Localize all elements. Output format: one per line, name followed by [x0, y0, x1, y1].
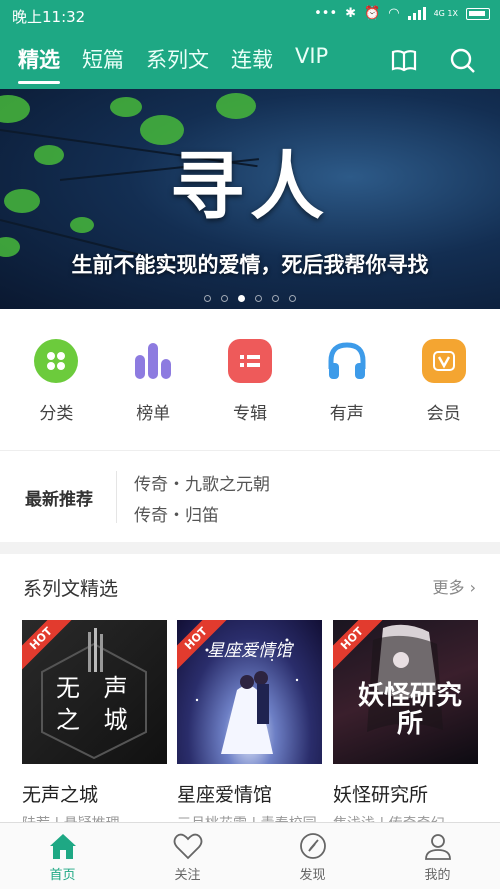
app-screen: 晚上11:32 ••• ✱ ⏰ ◠ 4G 1X 精选 短篇 系列文 连载 VIP	[0, 0, 500, 889]
grid-icon	[34, 339, 79, 383]
tab-vip[interactable]: VIP	[295, 44, 328, 84]
book-title: 无声之城	[22, 784, 99, 806]
user-icon	[424, 834, 451, 860]
book-title: 妖怪研究所	[333, 784, 429, 806]
nav-follow[interactable]: 关注	[125, 823, 250, 889]
banner-subtitle: 生前不能实现的爱情，死后我帮你寻找	[71, 252, 429, 277]
nav-me[interactable]: 我的	[375, 823, 500, 889]
book-card[interactable]: 星座爱情馆 HOT 星座爱情馆 三月桃花雪 | 青春校园	[177, 620, 322, 833]
book-cover: 星座爱情馆 HOT	[177, 620, 322, 764]
heart-icon	[173, 833, 202, 860]
bottom-nav: 首页 关注 发现 我的	[0, 822, 500, 889]
cover-title: 星座爱情馆	[207, 641, 292, 661]
shortcut-label: 榜单	[136, 404, 171, 424]
latest-recommend: 最新推荐 传奇・九歌之元朝 传奇・归笛	[0, 450, 500, 542]
battery-icon	[466, 7, 490, 20]
compass-icon	[299, 833, 326, 859]
book-cover: 妖怪研究所 HOT	[333, 620, 478, 764]
divider	[116, 471, 117, 523]
nav-label: 我的	[424, 868, 451, 883]
shortcut-category[interactable]: 分类	[16, 309, 96, 450]
latest-item[interactable]: 传奇・九歌之元朝	[134, 470, 270, 495]
album-icon	[227, 339, 272, 383]
more-label: 更多	[432, 578, 465, 597]
chart-icon	[131, 339, 175, 383]
more-link[interactable]: 更多 ›	[432, 574, 476, 598]
top-bar: 晚上11:32 ••• ✱ ⏰ ◠ 4G 1X 精选 短篇 系列文 连载 VIP	[0, 0, 500, 89]
book-card[interactable]: 无 声 之 城 HOT 无声之城 陆荐 | 悬疑推理	[22, 620, 167, 833]
book-card[interactable]: 妖怪研究所 HOT 妖怪研究所 焦浅浅 | 传奇奇幻	[333, 620, 478, 833]
shortcut-ranking[interactable]: 榜单	[113, 309, 193, 450]
headphones-icon	[325, 339, 369, 383]
carousel-dot[interactable]	[255, 295, 262, 302]
status-bar: 晚上11:32 ••• ✱ ⏰ ◠ 4G 1X	[0, 0, 500, 32]
carousel-indicator	[0, 295, 500, 302]
chevron-right-icon: ›	[469, 578, 476, 597]
tab-serial[interactable]: 连载	[231, 44, 273, 84]
nav-label: 发现	[299, 868, 326, 883]
banner-leaf	[216, 93, 256, 119]
cover-title: 妖怪研究所	[357, 681, 462, 739]
series-section: 系列文精选 更多 › 无 声 之 城 HOT 无声之城 陆荐 | 悬疑推理	[0, 554, 500, 832]
network-type: 4G 1X	[433, 9, 458, 18]
nav-label: 关注	[174, 868, 201, 883]
banner-title: 寻人	[170, 144, 330, 230]
home-icon	[49, 834, 76, 859]
status-time: 晚上11:32	[12, 8, 86, 26]
section-title: 系列文精选	[23, 578, 119, 600]
banner-leaf	[0, 95, 30, 123]
tab-featured[interactable]: 精选	[18, 44, 60, 84]
shortcut-label: 会员	[426, 404, 461, 424]
shortcut-album[interactable]: 专辑	[210, 309, 290, 450]
carousel-dot[interactable]	[221, 295, 228, 302]
category-tabs: 精选 短篇 系列文 连载 VIP	[18, 44, 328, 84]
banner-leaf	[110, 97, 142, 117]
tab-series[interactable]: 系列文	[146, 44, 209, 84]
shortcut-audio[interactable]: 有声	[307, 309, 387, 450]
vip-icon	[421, 339, 466, 383]
tab-short[interactable]: 短篇	[82, 44, 124, 84]
carousel-dot[interactable]	[204, 295, 211, 302]
shortcut-label: 分类	[39, 404, 74, 424]
cover-title: 无 声 之 城	[56, 674, 136, 734]
carousel-dot[interactable]	[272, 295, 279, 302]
carousel-dot[interactable]	[289, 295, 296, 302]
search-icon[interactable]	[448, 46, 476, 74]
book-icon[interactable]	[390, 46, 418, 74]
shortcut-member[interactable]: 会员	[404, 309, 484, 450]
top-actions	[390, 46, 476, 74]
status-icons: ••• ✱ ⏰ ◠ 4G 1X	[314, 6, 490, 21]
bluetooth-icon: ✱	[345, 6, 357, 21]
alarm-icon: ⏰	[364, 6, 381, 21]
book-title: 星座爱情馆	[177, 784, 273, 806]
latest-heading: 最新推荐	[25, 490, 93, 510]
banner-carousel[interactable]: 寻人 生前不能实现的爱情，死后我帮你寻找	[0, 89, 500, 309]
shortcut-label: 专辑	[232, 404, 267, 424]
shortcut-label: 有声	[329, 404, 364, 424]
signal-icon	[407, 7, 426, 20]
latest-item[interactable]: 传奇・归笛	[134, 501, 219, 526]
nav-home[interactable]: 首页	[0, 823, 125, 889]
book-cover: 无 声 之 城 HOT	[22, 620, 167, 764]
nav-label: 首页	[49, 868, 76, 883]
more-dots-icon: •••	[314, 6, 338, 21]
shortcut-row: 分类 榜单 专辑 有声 会员	[0, 309, 500, 450]
nav-discover[interactable]: 发现	[250, 823, 375, 889]
section-gap	[0, 542, 500, 554]
carousel-dot-active[interactable]	[238, 295, 245, 302]
wifi-icon: ◠	[388, 6, 400, 21]
